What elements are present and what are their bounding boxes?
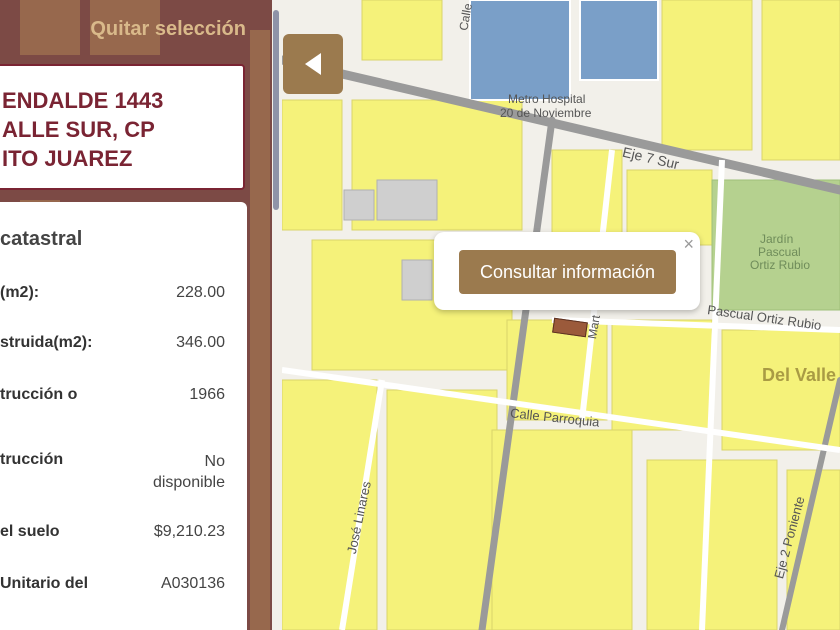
chevron-left-icon <box>305 53 321 75</box>
info-key: struida(m2): <box>0 334 93 351</box>
info-key: el suelo <box>0 523 60 540</box>
map-popup: × Consultar información <box>434 232 700 310</box>
cadastral-info-card: catastral (m2): 228.00 struida(m2): 346.… <box>0 202 247 630</box>
info-value: A030136 <box>160 575 225 592</box>
sidebar-scrollbar[interactable] <box>273 10 279 210</box>
map-label-metro: Metro Hospital <box>508 92 586 106</box>
map-label-del-valle: Del Valle <box>762 365 837 385</box>
close-icon[interactable]: × <box>683 234 694 255</box>
info-value: 1966 <box>189 386 225 403</box>
info-key: (m2): <box>0 284 40 301</box>
info-key: Unitario del <box>0 575 89 592</box>
address-line-2: ALLE SUR, CP <box>2 117 155 142</box>
section-title: catastral <box>0 228 83 250</box>
sidebar-panel: Quitar selección ENDALDE 1443 ALLE SUR, … <box>0 0 272 630</box>
map-label-park-2: Pascual <box>758 245 801 259</box>
info-value: No disponible <box>152 453 225 491</box>
map-label-metro-2: 20 de Noviembre <box>500 106 592 120</box>
address-line-1: ENDALDE 1443 <box>2 88 164 113</box>
consult-info-button[interactable]: Consultar información <box>459 250 676 294</box>
address-line-3: ITO JUAREZ <box>2 146 133 171</box>
info-value: $9,210.23 <box>153 523 225 540</box>
info-key: trucción <box>0 451 64 468</box>
map-label-park-3: Ortiz Rubio <box>750 258 811 272</box>
clear-selection-link[interactable]: Quitar selección <box>90 18 246 41</box>
info-key: trucción o <box>0 386 78 403</box>
address-card: ENDALDE 1443 ALLE SUR, CP ITO JUAREZ <box>0 64 245 190</box>
info-value: 346.00 <box>176 334 225 351</box>
info-value: 228.00 <box>176 284 225 301</box>
collapse-panel-button[interactable] <box>283 34 343 94</box>
map-canvas[interactable]: Metro Hospital 20 de Noviembre Eje 7 Sur… <box>282 0 840 630</box>
map-label-park-1: Jardín <box>760 232 794 246</box>
